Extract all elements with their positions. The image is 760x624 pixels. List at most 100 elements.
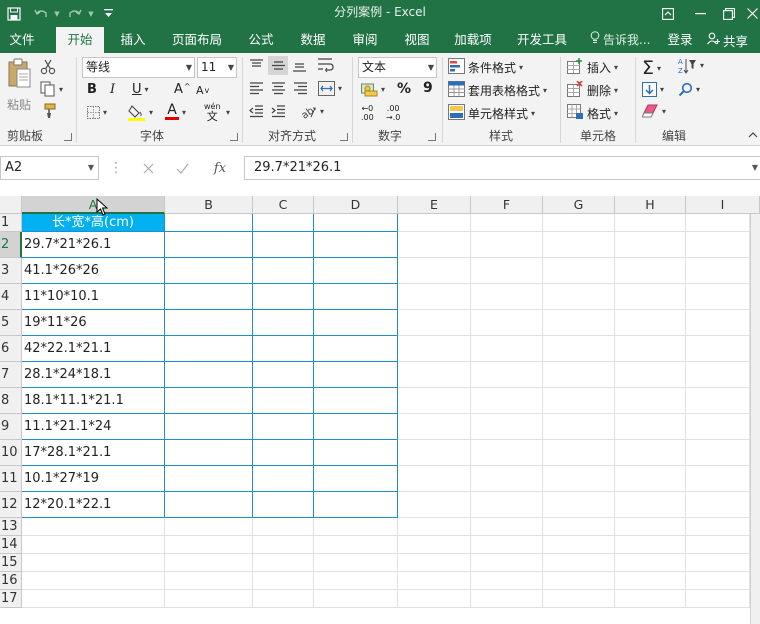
cell-i13[interactable]	[686, 518, 750, 536]
row-header-3[interactable]: 3	[0, 258, 22, 284]
orientation-icon[interactable]: ab ▾	[300, 104, 324, 119]
cell-g2[interactable]	[543, 232, 615, 258]
cell-a17[interactable]	[22, 590, 165, 608]
cell-i14[interactable]	[686, 536, 750, 554]
cell-c10[interactable]	[253, 440, 314, 466]
cell-i15[interactable]	[686, 554, 750, 572]
cell-g17[interactable]	[543, 590, 615, 608]
cell-a5[interactable]: 19*11*26	[22, 310, 165, 336]
cell-f5[interactable]	[471, 310, 543, 336]
cell-d2[interactable]	[314, 232, 398, 258]
cell-g16[interactable]	[543, 572, 615, 590]
row-header-15[interactable]: 15	[0, 554, 22, 572]
align-middle-icon[interactable]	[268, 56, 288, 75]
cell-d14[interactable]	[314, 536, 398, 554]
chevron-down-icon[interactable]: ▼	[88, 157, 94, 179]
paste-button[interactable]: 粘贴	[5, 58, 33, 113]
cell-h3[interactable]	[615, 258, 686, 284]
cell-a4[interactable]: 11*10*10.1	[22, 284, 165, 310]
cell-a2[interactable]: 29.7*21*26.1	[22, 232, 165, 258]
cell-c5[interactable]	[253, 310, 314, 336]
cell-a11[interactable]: 10.1*27*19	[22, 466, 165, 492]
row-header-4[interactable]: 4	[0, 284, 22, 310]
cell-g13[interactable]	[543, 518, 615, 536]
cell-e4[interactable]	[398, 284, 471, 310]
cell-b1[interactable]	[165, 214, 253, 232]
share-button[interactable]: 共享	[702, 27, 760, 53]
tab-developer[interactable]: 开发工具	[510, 27, 574, 53]
cell-d8[interactable]	[314, 388, 398, 414]
cell-d6[interactable]	[314, 336, 398, 362]
shrink-font-button[interactable]: Av	[196, 84, 209, 97]
row-header-13[interactable]: 13	[0, 518, 22, 536]
cell-h5[interactable]	[615, 310, 686, 336]
cell-a9[interactable]: 11.1*21.1*24	[22, 414, 165, 440]
sort-filter-icon[interactable]: AZ ▾	[678, 57, 704, 74]
column-header-c[interactable]: C	[253, 196, 314, 214]
cell-a15[interactable]	[22, 554, 165, 572]
cell-b15[interactable]	[165, 554, 253, 572]
cell-d9[interactable]	[314, 414, 398, 440]
cell-e11[interactable]	[398, 466, 471, 492]
cell-c15[interactable]	[253, 554, 314, 572]
row-header-2[interactable]: 2	[0, 232, 22, 258]
format-painter-icon[interactable]	[40, 103, 56, 119]
comma-style-button[interactable]: 9	[423, 80, 433, 96]
cell-e2[interactable]	[398, 232, 471, 258]
cell-f2[interactable]	[471, 232, 543, 258]
row-header-11[interactable]: 11	[0, 466, 22, 492]
cell-a8[interactable]: 18.1*11.1*21.1	[22, 388, 165, 414]
font-color-dropdown-icon[interactable]: ▾	[182, 108, 186, 117]
cell-d11[interactable]	[314, 466, 398, 492]
merge-center-icon[interactable]: ▾	[318, 81, 342, 96]
row-header-1[interactable]: 1	[0, 214, 22, 232]
cell-h4[interactable]	[615, 284, 686, 310]
cell-b14[interactable]	[165, 536, 253, 554]
align-bottom-icon[interactable]	[292, 59, 307, 72]
cell-h11[interactable]	[615, 466, 686, 492]
row-header-6[interactable]: 6	[0, 336, 22, 362]
save-icon[interactable]	[0, 0, 28, 27]
tab-data[interactable]: 数据	[292, 27, 334, 53]
cell-c2[interactable]	[253, 232, 314, 258]
cell-g6[interactable]	[543, 336, 615, 362]
cell-b2[interactable]	[165, 232, 253, 258]
cell-c17[interactable]	[253, 590, 314, 608]
cell-f16[interactable]	[471, 572, 543, 590]
clipboard-launcher-icon[interactable]	[64, 133, 72, 141]
increase-indent-icon[interactable]	[271, 105, 286, 118]
cell-f1[interactable]	[471, 214, 543, 232]
align-left-icon[interactable]	[249, 82, 264, 95]
cell-f6[interactable]	[471, 336, 543, 362]
cell-h13[interactable]	[615, 518, 686, 536]
cell-h7[interactable]	[615, 362, 686, 388]
cell-c11[interactable]	[253, 466, 314, 492]
alignment-launcher-icon[interactable]	[340, 133, 348, 141]
cell-g1[interactable]	[543, 214, 615, 232]
cell-e16[interactable]	[398, 572, 471, 590]
cell-e10[interactable]	[398, 440, 471, 466]
row-header-9[interactable]: 9	[0, 414, 22, 440]
cell-h2[interactable]	[615, 232, 686, 258]
cell-d5[interactable]	[314, 310, 398, 336]
increase-decimal-button[interactable]: ←0 .00	[361, 104, 374, 122]
cell-h12[interactable]	[615, 492, 686, 518]
cell-a16[interactable]	[22, 572, 165, 590]
cell-d10[interactable]	[314, 440, 398, 466]
phonetic-dropdown-icon[interactable]: ▾	[226, 108, 230, 117]
number-format-dropdown[interactable]: 文本 ▼	[358, 57, 437, 78]
cell-h14[interactable]	[615, 536, 686, 554]
row-header-17[interactable]: 17	[0, 590, 22, 608]
row-header-14[interactable]: 14	[0, 536, 22, 554]
cell-i9[interactable]	[686, 414, 750, 440]
decrease-decimal-button[interactable]: .00 →.0	[386, 104, 400, 122]
login-link[interactable]: 登录	[664, 27, 696, 53]
format-cells-button[interactable]: 格式 ▾	[567, 104, 618, 123]
number-launcher-icon[interactable]	[428, 133, 436, 141]
cell-h15[interactable]	[615, 554, 686, 572]
cell-c6[interactable]	[253, 336, 314, 362]
cell-d3[interactable]	[314, 258, 398, 284]
cell-e9[interactable]	[398, 414, 471, 440]
cell-b4[interactable]	[165, 284, 253, 310]
column-header-b[interactable]: B	[165, 196, 253, 214]
